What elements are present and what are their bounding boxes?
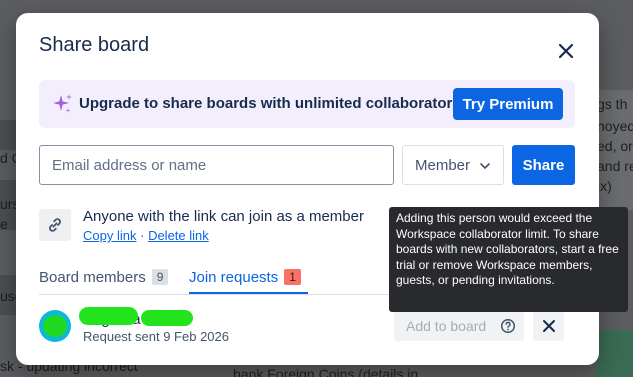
- redaction-mark: [141, 310, 193, 326]
- background-text: noyed: [597, 118, 633, 134]
- share-board-dialog: Share board Upgrade to share boards with…: [16, 13, 599, 365]
- link-icon: [49, 218, 61, 232]
- help-circle-icon[interactable]: [500, 318, 516, 334]
- join-request-row: Angelica Request sent 9 Feb 2026 Add to …: [39, 307, 575, 348]
- background-text: e: [0, 216, 8, 232]
- background-text: ed, or: [597, 138, 633, 154]
- collaborator-limit-tooltip: Adding this person would exceed the Work…: [389, 207, 628, 312]
- chevron-down-icon: [480, 163, 490, 169]
- link-description: Anyone with the link can join as a membe…: [83, 208, 364, 225]
- tab-label: Board members: [39, 269, 146, 286]
- background-text: ix): [597, 178, 612, 194]
- link-button: [39, 209, 71, 241]
- tab-label: Join requests: [189, 269, 279, 286]
- email-input[interactable]: [39, 145, 394, 185]
- try-premium-button[interactable]: Try Premium: [453, 88, 563, 120]
- close-button[interactable]: [552, 37, 580, 65]
- delete-link[interactable]: Delete link: [148, 228, 209, 243]
- dialog-title: Share board: [39, 34, 150, 56]
- decline-request-button[interactable]: [533, 311, 564, 341]
- role-value: Member: [415, 156, 471, 174]
- active-tab-indicator: [189, 292, 308, 294]
- add-to-board-label: Add to board: [406, 318, 487, 334]
- redaction-mark: [79, 307, 138, 325]
- background-text: bank Foreign Coins (details in: [233, 366, 419, 377]
- add-to-board-button[interactable]: Add to board: [394, 311, 524, 341]
- background-text: and re: [597, 158, 633, 174]
- background-text: gs th: [597, 96, 628, 112]
- requests-count-badge: 1: [284, 269, 301, 285]
- share-button[interactable]: Share: [512, 145, 575, 185]
- upgrade-message: Upgrade to share boards with unlimited c…: [79, 95, 466, 112]
- avatar: [39, 310, 71, 342]
- copy-link[interactable]: Copy link: [83, 228, 136, 243]
- tab-board-members[interactable]: Board members 9: [39, 269, 169, 286]
- close-icon: [558, 43, 574, 59]
- upgrade-banner: Upgrade to share boards with unlimited c…: [39, 80, 575, 128]
- request-date: Request sent 9 Feb 2026: [83, 329, 229, 344]
- members-count-badge: 9: [151, 269, 169, 285]
- role-select[interactable]: Member: [402, 145, 504, 185]
- background-image: [596, 330, 633, 377]
- sparkle-icon: [53, 94, 72, 113]
- background-card: [0, 120, 16, 150]
- link-actions: Copy link · Delete link: [83, 228, 209, 243]
- tab-join-requests[interactable]: Join requests 1: [189, 269, 301, 286]
- separator: ·: [140, 228, 145, 243]
- close-icon: [542, 320, 555, 332]
